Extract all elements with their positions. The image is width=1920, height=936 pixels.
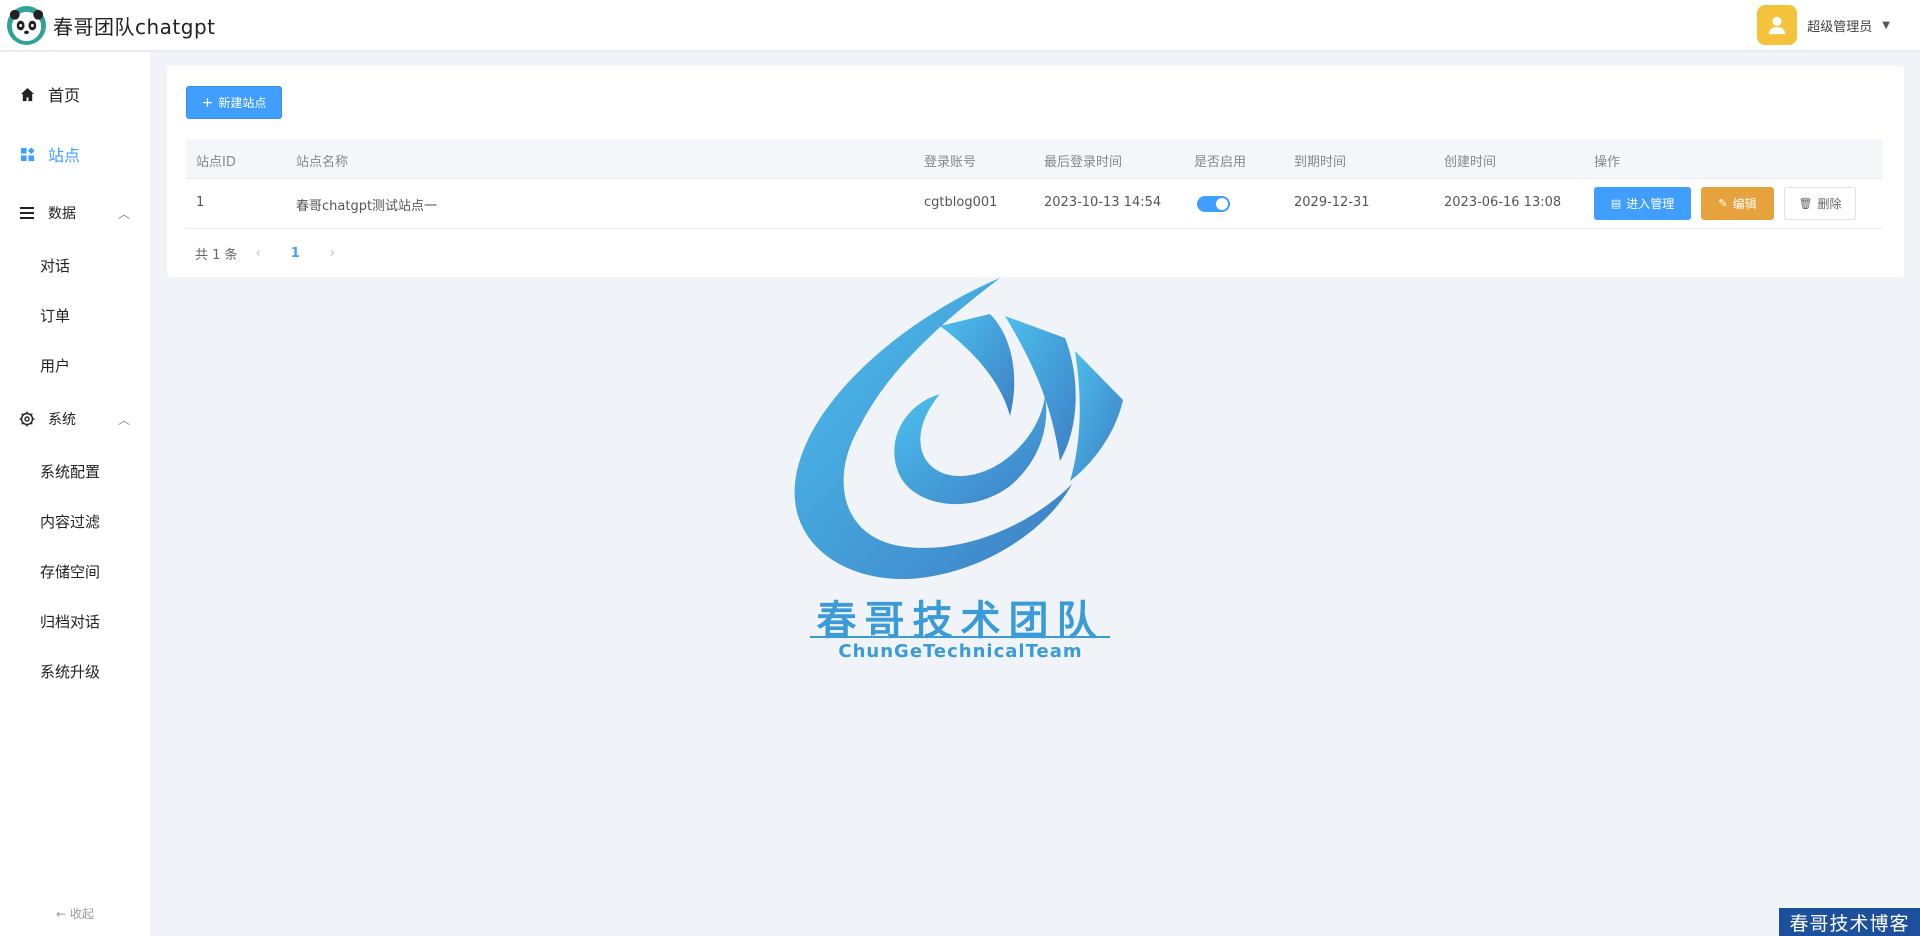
sidebar-item-orders[interactable]: 订单 <box>0 295 150 335</box>
top-header: 春哥团队chatgpt 超级管理员 ▼ <box>0 0 1920 51</box>
sidebar-item-label: 对话 <box>40 256 71 275</box>
cell-account: cgtblog001 <box>924 195 998 210</box>
table-row: 1 春哥chatgpt测试站点一 cgtblog001 2023-10-13 1… <box>186 179 1883 229</box>
sidebar-item-home[interactable]: 首页 <box>0 74 150 114</box>
pagination-total: 共 1 条 <box>195 247 238 263</box>
column-header-last-login: 最后登录时间 <box>1044 155 1123 170</box>
sidebar-item-content-filter[interactable]: 内容过滤 <box>0 501 150 541</box>
sidebar-item-label: 用户 <box>40 356 71 375</box>
plus-icon: + <box>201 94 214 111</box>
watermark-subtitle: ChunGeTechnicalTeam <box>838 641 1083 662</box>
column-header-created: 创建时间 <box>1444 155 1497 170</box>
delete-label: 删除 <box>1817 197 1842 211</box>
toggle-knob <box>1216 198 1228 210</box>
cell-expire: 2029-12-31 <box>1294 195 1370 210</box>
edit-label: 编辑 <box>1732 197 1757 211</box>
column-header-id: 站点ID <box>196 155 236 170</box>
page-number[interactable]: 1 <box>291 246 300 261</box>
sidebar-item-label: 系统配置 <box>40 462 101 481</box>
sidebar-item-sites[interactable]: 站点 <box>0 134 150 174</box>
chevron-right-icon[interactable]: › <box>330 246 335 261</box>
document-icon: ▤ <box>1610 197 1622 210</box>
column-header-expire: 到期时间 <box>1294 155 1347 170</box>
gear-icon <box>19 411 35 427</box>
sidebar-item-label: 站点 <box>48 146 81 165</box>
sidebar-item-label: 订单 <box>40 306 71 325</box>
sidebar-group-label: 数据 <box>48 206 76 222</box>
brand[interactable]: 春哥团队chatgpt <box>6 5 216 46</box>
panda-logo-icon <box>6 5 47 46</box>
sites-card: + 新建站点 站点ID 站点名称 登录账号 最后登录时间 是否启用 到期时间 创… <box>167 66 1904 277</box>
edit-button[interactable]: ✎ 编辑 <box>1701 187 1774 220</box>
sidebar-item-system-config[interactable]: 系统配置 <box>0 451 150 491</box>
sidebar-group-system[interactable]: 系统 ︿ <box>0 399 150 439</box>
caret-down-icon[interactable]: ▼ <box>1882 20 1890 31</box>
sidebar-item-label: 首页 <box>48 86 81 105</box>
user-icon <box>1769 16 1786 35</box>
grid-icon <box>19 146 35 162</box>
sidebar-item-upgrade[interactable]: 系统升级 <box>0 651 150 691</box>
table-header: 站点ID 站点名称 登录账号 最后登录时间 是否启用 到期时间 创建时间 操作 <box>186 139 1883 179</box>
pagination: 共 1 条 ‹ 1 › <box>195 243 335 263</box>
new-site-label: 新建站点 <box>218 96 267 110</box>
column-header-enabled: 是否启用 <box>1194 155 1247 170</box>
sites-table: 站点ID 站点名称 登录账号 最后登录时间 是否启用 到期时间 创建时间 操作 … <box>186 139 1883 229</box>
watermark-divider <box>810 636 1110 638</box>
user-menu[interactable]: 超级管理员 ▼ <box>1757 5 1890 45</box>
enabled-toggle[interactable] <box>1197 196 1230 212</box>
manage-label: 进入管理 <box>1626 197 1675 211</box>
collapse-button[interactable]: ← 收起 <box>0 905 150 922</box>
cell-last-login: 2023-10-13 14:54 <box>1044 195 1162 210</box>
cell-name: 春哥chatgpt测试站点一 <box>296 199 438 214</box>
cell-created: 2023-06-16 13:08 <box>1444 195 1562 210</box>
manage-button[interactable]: ▤ 进入管理 <box>1594 187 1691 220</box>
column-header-account: 登录账号 <box>924 155 977 170</box>
sidebar-item-label: 内容过滤 <box>40 512 101 531</box>
user-name: 超级管理员 <box>1807 19 1873 35</box>
sidebar-group-data[interactable]: 数据 ︿ <box>0 193 150 233</box>
sidebar-group-label: 系统 <box>48 412 76 428</box>
trash-icon: 🗑 <box>1798 197 1813 210</box>
chevron-up-icon[interactable]: ︿ <box>118 411 130 428</box>
column-header-name: 站点名称 <box>296 155 349 170</box>
sidebar-item-label: 系统升级 <box>40 662 101 681</box>
list-icon <box>19 205 35 221</box>
pencil-icon: ✎ <box>1718 197 1728 210</box>
sidebar-item-storage[interactable]: 存储空间 <box>0 551 150 591</box>
new-site-button[interactable]: + 新建站点 <box>186 86 282 119</box>
sidebar-item-label: 存储空间 <box>40 562 101 581</box>
app-title: 春哥团队chatgpt <box>53 15 216 39</box>
sidebar-item-archive[interactable]: 归档对话 <box>0 601 150 641</box>
home-icon <box>19 86 35 102</box>
chevron-left-icon[interactable]: ‹ <box>256 246 261 261</box>
sidebar-item-label: 归档对话 <box>40 612 101 631</box>
delete-button[interactable]: 🗑 删除 <box>1784 187 1856 220</box>
cell-id: 1 <box>196 195 205 210</box>
avatar[interactable] <box>1757 5 1798 45</box>
sidebar: 首页 站点 数据 ︿ 对话 订单 用户 系统 ︿ 系统配置 内容过滤 存储空间 … <box>0 52 150 936</box>
sidebar-item-users[interactable]: 用户 <box>0 345 150 385</box>
collapse-label: 收起 <box>69 907 94 921</box>
column-header-actions: 操作 <box>1594 155 1621 170</box>
sidebar-item-conversations[interactable]: 对话 <box>0 245 150 285</box>
blog-watermark: 春哥技术博客 <box>1779 908 1920 936</box>
chevron-up-icon[interactable]: ︿ <box>118 205 130 222</box>
arrow-left-icon: ← <box>56 907 67 921</box>
